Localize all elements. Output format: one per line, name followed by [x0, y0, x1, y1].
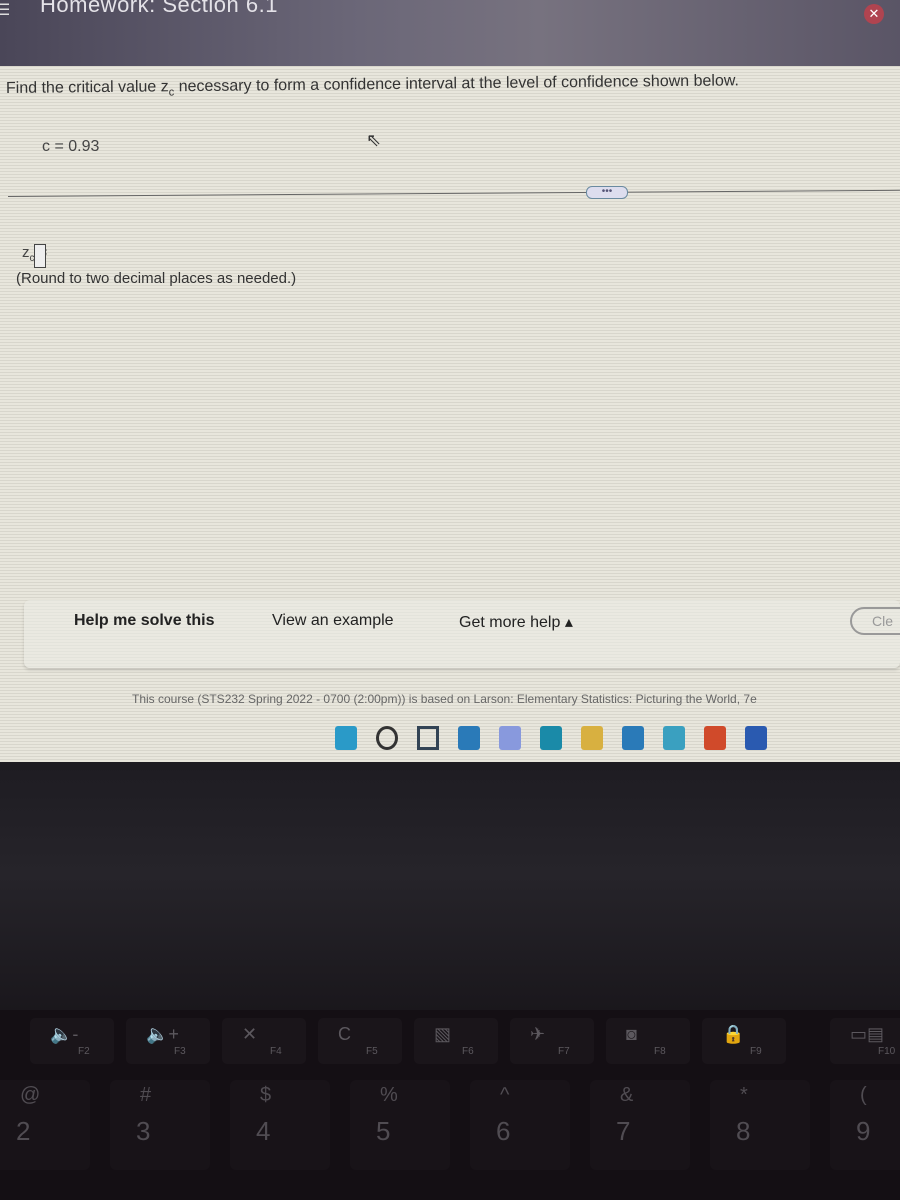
- key-number: 8: [736, 1116, 751, 1146]
- key-shift-symbol: (: [860, 1084, 867, 1106]
- key-4[interactable]: $4: [230, 1080, 330, 1170]
- expand-more-button[interactable]: •••: [586, 186, 628, 199]
- key-label: F4: [270, 1046, 282, 1057]
- key-number: 3: [136, 1116, 151, 1146]
- key-label: F7: [558, 1046, 570, 1057]
- key-9[interactable]: (9: [830, 1080, 900, 1170]
- key-number: 9: [856, 1116, 871, 1146]
- key-8[interactable]: * 8: [710, 1080, 810, 1170]
- key-glyph-icon: C: [338, 1024, 351, 1044]
- windows-start-icon[interactable]: [335, 726, 357, 750]
- key-f4[interactable]: ✕ F4: [222, 1018, 306, 1064]
- view-example-button[interactable]: View an example: [272, 612, 394, 630]
- key-number: 2: [16, 1116, 31, 1146]
- key-glyph-icon: ✈: [530, 1024, 546, 1044]
- file-explorer-icon[interactable]: [581, 726, 603, 750]
- key-f7[interactable]: ✈ F7: [510, 1018, 594, 1064]
- key-3[interactable]: #3: [110, 1080, 210, 1170]
- key-f9[interactable]: 🔒 F9: [702, 1018, 786, 1064]
- rounding-hint: (Round to two decimal places as needed.): [16, 270, 297, 287]
- key-label: F2: [78, 1046, 90, 1057]
- key-shift-symbol: &: [620, 1084, 634, 1106]
- key-f8[interactable]: ◙ F8: [606, 1018, 690, 1064]
- key-label: F8: [654, 1046, 666, 1057]
- teams-chat-icon[interactable]: [499, 726, 521, 750]
- key-label: F6: [462, 1046, 474, 1057]
- key-f3[interactable]: 🔈+ F3: [126, 1018, 210, 1064]
- key-shift-symbol: %: [380, 1084, 398, 1106]
- taskbar: [335, 726, 767, 750]
- key-glyph-icon: ▭▤: [850, 1024, 885, 1044]
- key-number: 7: [616, 1116, 631, 1146]
- mail-icon[interactable]: [663, 726, 685, 750]
- key-label: F3: [174, 1046, 186, 1057]
- key-5[interactable]: % 5: [350, 1080, 450, 1170]
- key-shift-symbol: $: [260, 1084, 272, 1106]
- key-2[interactable]: @2: [0, 1080, 90, 1170]
- laptop-bezel: [0, 762, 900, 1012]
- top-bar: ☰ Homework: Section 6.1 ✕: [0, 0, 900, 68]
- close-icon[interactable]: ✕: [864, 4, 884, 24]
- key-shift-symbol: *: [740, 1084, 748, 1106]
- key-glyph-icon: 🔈+: [146, 1024, 179, 1044]
- key-label: F10: [878, 1046, 896, 1057]
- key-glyph-icon: ▧: [434, 1024, 452, 1044]
- widgets-icon[interactable]: [417, 726, 439, 750]
- hamburger-icon[interactable]: ☰: [0, 0, 10, 20]
- key-number: 5: [376, 1116, 391, 1146]
- key-f6[interactable]: ▧ F6: [414, 1018, 498, 1064]
- answer-var: z: [22, 244, 30, 261]
- edge-icon[interactable]: [540, 726, 562, 750]
- key-number: 4: [256, 1116, 271, 1146]
- word-icon[interactable]: [745, 726, 767, 750]
- clear-all-button[interactable]: Cle: [850, 607, 900, 635]
- key-f10[interactable]: ▭▤ F10: [830, 1018, 900, 1064]
- key-shift-symbol: @: [20, 1084, 41, 1106]
- key-label: F9: [750, 1046, 762, 1057]
- key-shift-symbol: ^: [500, 1084, 510, 1106]
- mouse-cursor-icon: ⇖: [366, 130, 382, 150]
- key-glyph-icon: 🔈-: [50, 1024, 79, 1044]
- store-icon[interactable]: [622, 726, 644, 750]
- help-bar: [24, 600, 900, 668]
- confidence-level: c = 0.93: [42, 138, 100, 155]
- help-me-solve-button[interactable]: Help me solve this: [74, 612, 215, 630]
- task-view-icon[interactable]: [458, 726, 480, 750]
- key-glyph-icon: ✕: [242, 1024, 258, 1044]
- prompt-pre: Find the critical value z: [5, 78, 169, 97]
- key-glyph-icon: ◙: [626, 1024, 637, 1044]
- key-shift-symbol: #: [140, 1084, 152, 1106]
- key-f2[interactable]: 🔈- F2: [30, 1018, 114, 1064]
- key-7[interactable]: & 7: [590, 1080, 690, 1170]
- get-more-help-button[interactable]: Get more help ▴: [459, 612, 573, 632]
- page-title: Homework: Section 6.1: [40, 0, 278, 17]
- answer-input[interactable]: [34, 244, 46, 268]
- key-6[interactable]: ^ 6: [470, 1080, 570, 1170]
- office-icon[interactable]: [704, 726, 726, 750]
- key-number: 6: [496, 1116, 511, 1146]
- key-label: F5: [366, 1046, 378, 1057]
- key-f5[interactable]: C F5: [318, 1018, 402, 1064]
- search-icon[interactable]: [376, 726, 398, 750]
- key-glyph-icon: 🔒: [722, 1024, 745, 1044]
- course-note: This course (STS232 Spring 2022 - 0700 (…: [132, 692, 757, 706]
